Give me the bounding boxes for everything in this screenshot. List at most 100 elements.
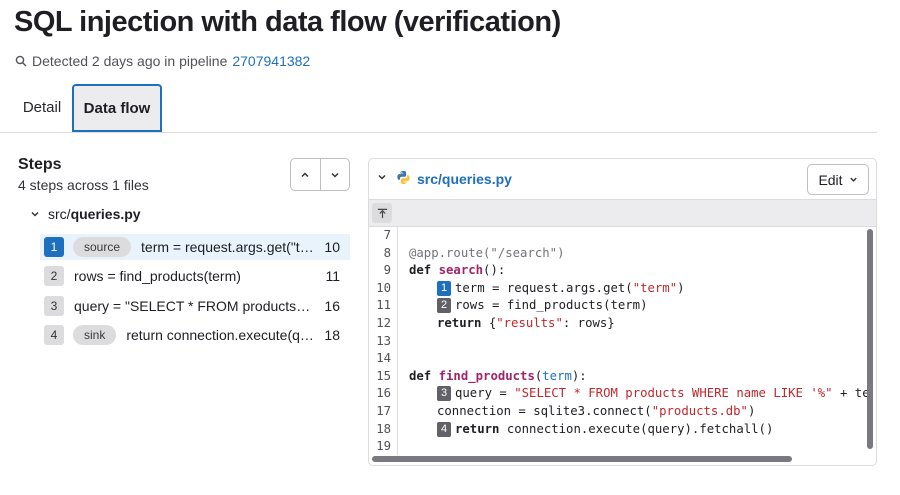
tree-file-node[interactable]: src/queries.py [30, 206, 141, 222]
line-number: 19 [376, 439, 391, 454]
tree-file-path: src/queries.py [48, 206, 141, 222]
string-literal: "SELECT * FROM products WHERE name LIKE … [514, 386, 833, 401]
search-icon [15, 55, 27, 67]
file-path-link[interactable]: src/queries.py [417, 171, 512, 187]
line-number: 12 [376, 316, 391, 330]
step-code: rows = find_products(term) [74, 268, 241, 284]
source-badge: source [73, 237, 132, 257]
step-code: term = request.args.get("term") [141, 239, 314, 255]
string-literal: "products.db" [651, 404, 748, 418]
next-step-button[interactable] [319, 159, 350, 190]
edit-button[interactable]: Edit [807, 164, 869, 195]
code-line: 4 return connection.execute(query).fetcha… [437, 421, 773, 439]
step-item-1[interactable]: 1 source term = request.args.get("term")… [40, 234, 350, 260]
keyword: return [455, 421, 507, 436]
code-text: connection = sqlite3.connect( [437, 404, 652, 418]
page-title: SQL injection with data flow (verificati… [14, 6, 561, 38]
chevron-down-icon [849, 177, 857, 182]
code-line: 2 rows = find_products(term) [437, 297, 648, 315]
chevron-down-icon [31, 211, 39, 217]
code-text: ) [747, 404, 756, 418]
code-text: connection.execute(query).fetchall() [506, 421, 774, 436]
line-number: 15 [376, 368, 391, 383]
parameter: term [542, 368, 572, 383]
tab-data-flow[interactable]: Data flow [72, 84, 162, 132]
line-number: 9 [383, 263, 391, 278]
detection-meta: Detected 2 days ago in pipeline 27079413… [15, 53, 310, 69]
step-number: 3 [44, 296, 64, 316]
line-number: 18 [376, 421, 391, 436]
tree-file-dir: src/ [48, 206, 71, 222]
code-line: connection = sqlite3.connect("products.d… [437, 403, 755, 421]
pipeline-link[interactable]: 2707941382 [232, 53, 310, 69]
keyword: def [409, 263, 439, 278]
step-item-3[interactable]: 3 query = "SELECT * FROM products WHERE … [40, 293, 350, 319]
string-literal: "results" [496, 316, 563, 330]
code-line: def find_products(term): [409, 368, 587, 386]
code-text: ) [677, 280, 685, 295]
code-text: ): [571, 368, 587, 383]
code-content: 7 8 9 10 11 12 13 14 15 16 17 18 19 @app… [369, 227, 876, 455]
step-marker-1[interactable]: 1 [437, 280, 451, 296]
tab-detail[interactable]: Detail [14, 84, 70, 130]
tree-file-name: queries.py [70, 206, 141, 222]
code-text: : rows} [562, 316, 615, 330]
line-number: 14 [376, 351, 391, 366]
step-line-number: 10 [324, 239, 340, 255]
step-item-2[interactable]: 2 rows = find_products(term) 11 [40, 263, 350, 289]
line-number: 11 [376, 298, 391, 313]
collapse-file-button[interactable] [377, 171, 387, 185]
step-number: 1 [44, 237, 64, 257]
code-viewer: src/queries.py Edit 7 8 9 10 11 12 13 14… [368, 158, 877, 466]
vertical-scrollbar[interactable] [867, 229, 873, 449]
previous-step-button[interactable] [291, 159, 320, 190]
function-name: find_products [438, 368, 535, 383]
step-code: return connection.execute(query).fetchal… [126, 327, 314, 343]
line-number: 16 [376, 386, 391, 401]
chevron-down-icon [331, 172, 339, 178]
line-number: 10 [376, 280, 391, 295]
chevron-up-icon [301, 171, 309, 177]
function-name: search [438, 263, 484, 278]
keyword: def [409, 368, 439, 383]
sink-badge: sink [73, 325, 117, 345]
expand-up-icon [377, 208, 387, 218]
tab-bar: Detail Data flow [0, 84, 877, 133]
step-number: 4 [44, 325, 64, 345]
line-gutter: 7 8 9 10 11 12 13 14 15 16 17 18 19 [369, 227, 398, 455]
code-line: def search(): [409, 262, 505, 280]
step-navigation [290, 158, 350, 191]
code-viewer-header: src/queries.py Edit [369, 159, 876, 200]
step-line-number: 16 [324, 298, 340, 314]
step-marker-3[interactable]: 3 [437, 386, 451, 402]
code-text: rows = find_products(term) [455, 298, 648, 313]
python-icon [396, 170, 411, 190]
string-literal: "term" [632, 280, 678, 295]
edit-button-label: Edit [818, 171, 843, 188]
expand-up-button[interactable] [372, 203, 392, 223]
code-line: 1 term = request.args.get("term") [437, 280, 685, 298]
code-text: query = [455, 386, 515, 401]
line-number: 7 [383, 228, 391, 242]
line-number: 8 [383, 245, 391, 260]
step-marker-4[interactable]: 4 [437, 421, 451, 437]
step-number: 2 [44, 266, 64, 286]
detected-text: Detected 2 days ago in pipeline [32, 53, 228, 69]
line-number: 13 [376, 333, 391, 348]
code-line: @app.route("/search") [409, 245, 564, 263]
code-line: return {"results": rows} [437, 315, 615, 333]
steps-summary: 4 steps across 1 files [18, 177, 149, 193]
chevron-down-icon [378, 174, 386, 180]
expand-lines-bar [369, 200, 876, 227]
step-item-4[interactable]: 4 sink return connection.execute(query).… [40, 322, 350, 348]
keyword: return [437, 316, 489, 330]
step-line-number: 11 [325, 268, 340, 284]
step-line-number: 18 [324, 327, 340, 343]
step-marker-2[interactable]: 2 [437, 298, 451, 314]
code-text: term = request.args.get( [455, 280, 633, 295]
line-number: 17 [376, 404, 391, 418]
decorator: @app.route("/search") [409, 245, 565, 260]
step-code: query = "SELECT * FROM products WHERE na… [74, 298, 314, 314]
horizontal-scrollbar[interactable] [372, 456, 792, 462]
code-text: + te [832, 386, 870, 401]
